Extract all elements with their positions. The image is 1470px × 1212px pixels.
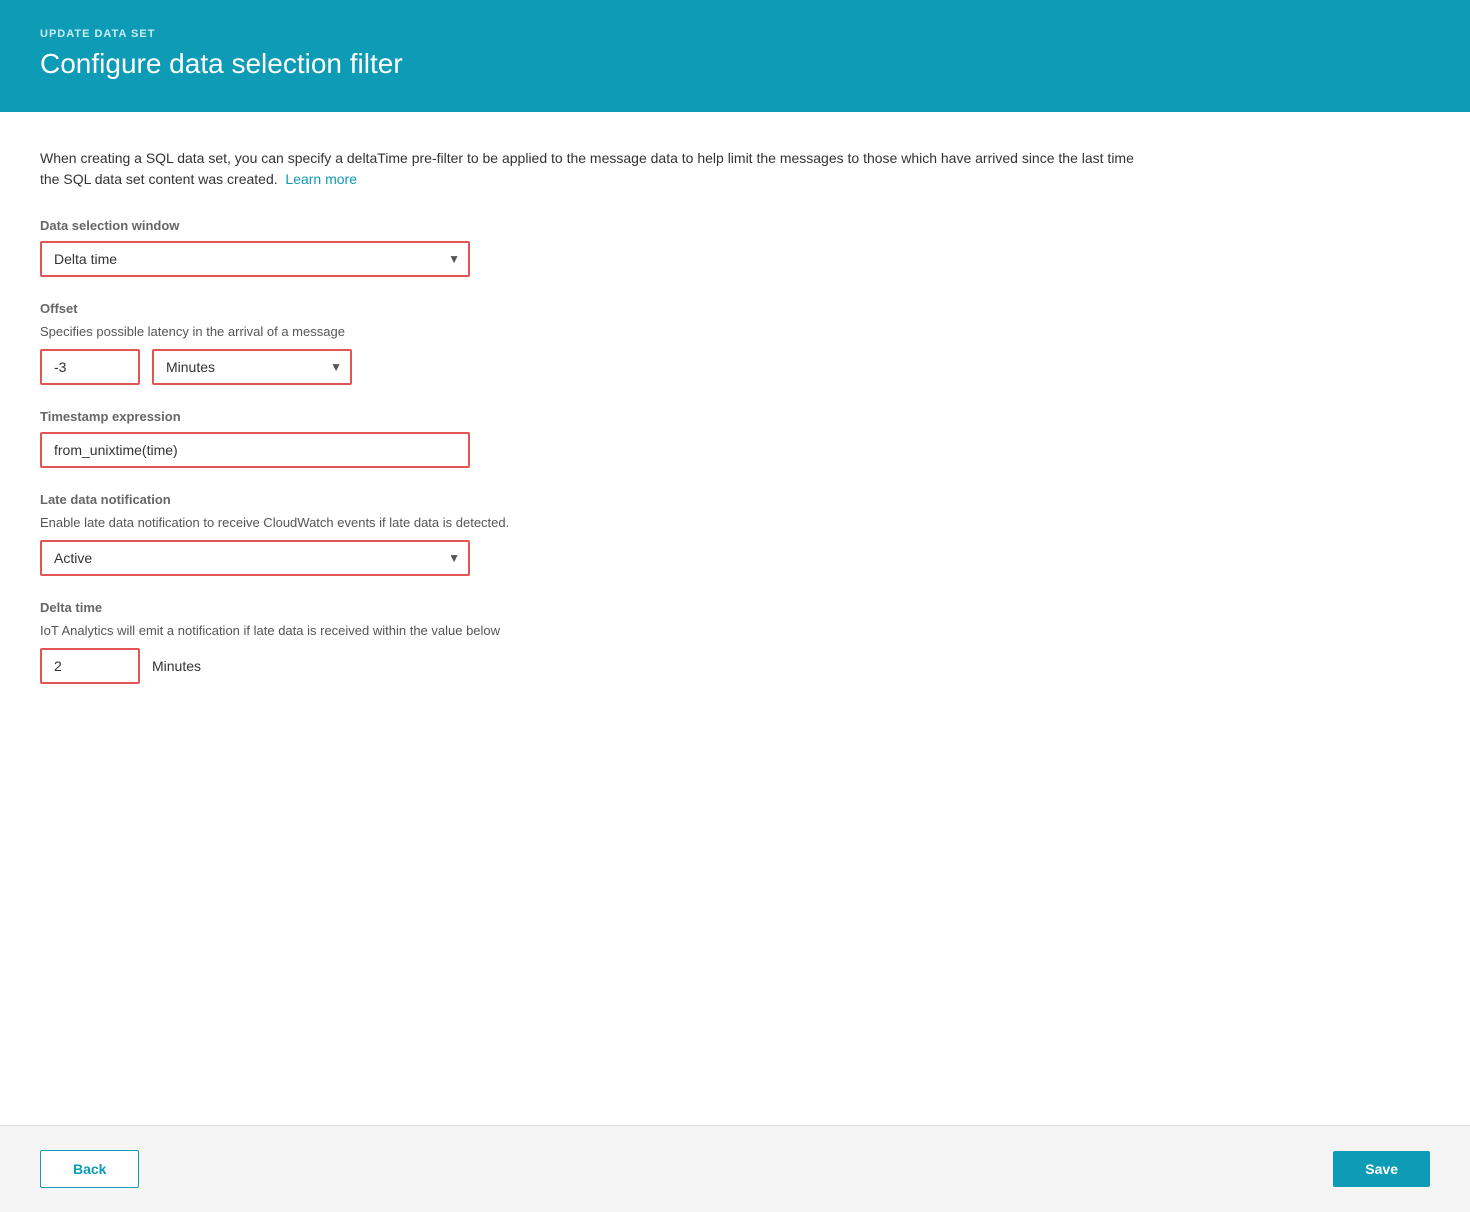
offset-value-input[interactable] (40, 349, 140, 385)
offset-unit-wrapper: Seconds Minutes Hours Days ▼ (152, 349, 352, 385)
main-content: When creating a SQL data set, you can sp… (0, 112, 1470, 1125)
learn-more-link[interactable]: Learn more (285, 171, 357, 187)
page-subtitle: UPDATE DATA SET (40, 28, 1430, 40)
delta-time-sublabel: IoT Analytics will emit a notification i… (40, 623, 1430, 638)
data-selection-window-select[interactable]: Delta time None (40, 241, 470, 277)
late-data-notification-sublabel: Enable late data notification to receive… (40, 515, 1430, 530)
offset-sublabel: Specifies possible latency in the arriva… (40, 324, 1430, 339)
page-footer: Back Save (0, 1125, 1470, 1212)
late-data-notification-label: Late data notification (40, 492, 1430, 507)
offset-unit-select[interactable]: Seconds Minutes Hours Days (152, 349, 352, 385)
late-data-notification-group: Late data notification Enable late data … (40, 492, 1430, 576)
data-selection-window-group: Data selection window Delta time None ▼ (40, 218, 1430, 277)
back-button[interactable]: Back (40, 1150, 139, 1188)
page-header: UPDATE DATA SET Configure data selection… (0, 0, 1470, 112)
data-selection-window-label: Data selection window (40, 218, 1430, 233)
timestamp-expression-label: Timestamp expression (40, 409, 1430, 424)
description-text: When creating a SQL data set, you can sp… (40, 148, 1140, 190)
late-data-notification-wrapper: Active Inactive ▼ (40, 540, 470, 576)
delta-time-group: Delta time IoT Analytics will emit a not… (40, 600, 1430, 684)
timestamp-expression-input[interactable] (40, 432, 470, 468)
delta-time-row: Minutes (40, 648, 1430, 684)
offset-row: Seconds Minutes Hours Days ▼ (40, 349, 1430, 385)
save-button[interactable]: Save (1333, 1151, 1430, 1187)
offset-label: Offset (40, 301, 1430, 316)
delta-time-unit-label: Minutes (152, 658, 201, 674)
data-selection-window-wrapper: Delta time None ▼ (40, 241, 470, 277)
late-data-notification-select[interactable]: Active Inactive (40, 540, 470, 576)
delta-time-value-input[interactable] (40, 648, 140, 684)
page-title: Configure data selection filter (40, 48, 1430, 80)
timestamp-expression-group: Timestamp expression (40, 409, 1430, 468)
delta-time-label: Delta time (40, 600, 1430, 615)
offset-group: Offset Specifies possible latency in the… (40, 301, 1430, 385)
